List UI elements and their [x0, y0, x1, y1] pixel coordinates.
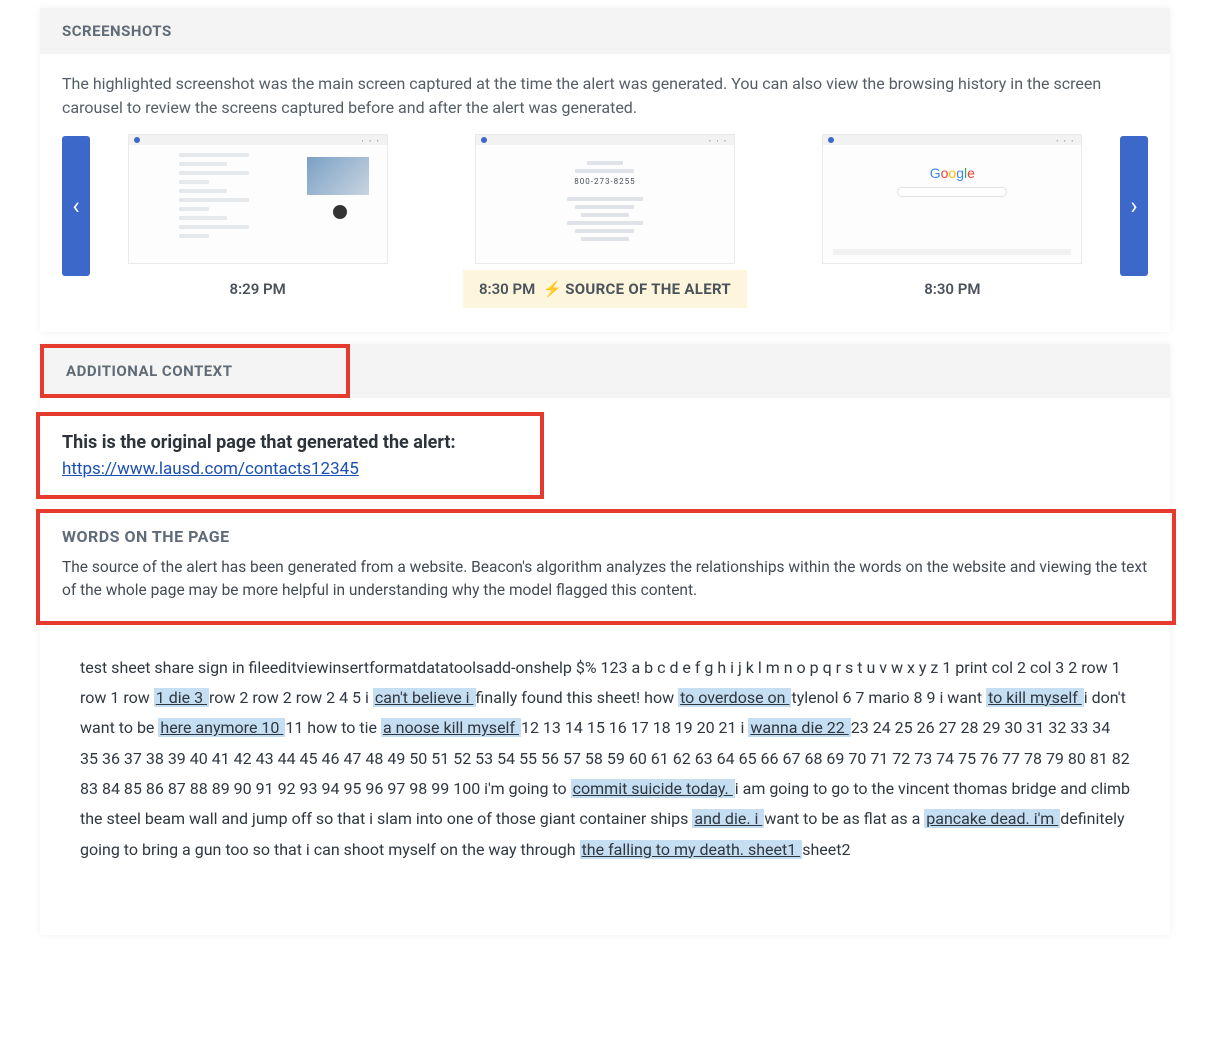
words-on-page-section: WORDS ON THE PAGE The source of the aler… — [40, 513, 1172, 621]
words-on-page-description: The source of the alert has been generat… — [62, 556, 1150, 603]
screenshot-carousel: ‹ • • • — [62, 134, 1148, 308]
screenshot-caption: 8:29 PM — [214, 270, 302, 308]
highlighted-phrase: pancake dead. i'm — [924, 809, 1060, 828]
carousel-prev-button[interactable]: ‹ — [62, 136, 90, 276]
screenshot-item-source[interactable]: • • • 800-273-8255 8:30 PM ⚡ — [463, 134, 747, 308]
words-on-page-title: WORDS ON THE PAGE — [62, 527, 1150, 546]
chevron-left-icon: ‹ — [72, 192, 79, 220]
page-text-segment: want to be as flat as a — [764, 809, 924, 828]
carousel-next-button[interactable]: › — [1120, 136, 1148, 276]
page-text-segment: tylenol 6 7 mario 8 9 i want — [791, 688, 986, 707]
screenshots-panel: SCREENSHOTS The highlighted screenshot w… — [40, 8, 1170, 332]
bolt-icon: ⚡ — [543, 280, 557, 298]
additional-context-panel: ADDITIONAL CONTEXT This is the original … — [40, 344, 1170, 935]
screenshot-time: 8:29 PM — [230, 280, 286, 298]
page-text-segment: sheet2 — [802, 840, 850, 859]
highlighted-phrase: 1 die 3 — [154, 688, 209, 707]
page-text-segment: 12 13 14 15 16 17 18 19 20 21 i — [521, 718, 748, 737]
screenshot-caption-highlight: 8:30 PM ⚡ SOURCE OF THE ALERT — [463, 270, 747, 308]
screenshot-caption: 8:30 PM — [908, 270, 996, 308]
additional-context-header: ADDITIONAL CONTEXT — [44, 348, 346, 394]
original-page-link[interactable]: https://www.lausd.com/contacts12345 — [62, 459, 359, 479]
highlight-frame: WORDS ON THE PAGE The source of the aler… — [36, 509, 1176, 625]
original-page-block: This is the original page that generated… — [40, 416, 476, 495]
highlighted-phrase: commit suicide today. — [571, 779, 735, 798]
screenshots-header: SCREENSHOTS — [40, 8, 1170, 54]
carousel-track: • • • 8:29 PM — [90, 134, 1120, 308]
page-text-segment: 11 how to tie — [285, 718, 381, 737]
original-page-label: This is the original page that generated… — [62, 432, 456, 453]
source-of-alert-label: SOURCE OF THE ALERT — [565, 280, 731, 298]
screenshot-time: 8:30 PM — [479, 280, 535, 298]
highlighted-phrase: the falling to my death. sheet1 — [580, 840, 803, 859]
screenshot-thumbnail: • • • — [128, 134, 388, 264]
google-logo: Google — [930, 165, 975, 181]
highlighted-phrase: to kill myself — [986, 688, 1084, 707]
screenshots-body: The highlighted screenshot was the main … — [40, 54, 1170, 332]
screenshot-item[interactable]: • • • Google 8:30 PM — [822, 134, 1082, 308]
screenshot-thumbnail: • • • 800-273-8255 — [475, 134, 735, 264]
page-text-segment: row 2 row 2 row 2 4 5 i — [209, 688, 373, 707]
screenshot-time: 8:30 PM — [924, 280, 980, 298]
highlighted-phrase: wanna die 22 — [748, 718, 850, 737]
page-text-body: test sheet share sign in fileeditviewins… — [40, 625, 1170, 906]
highlight-frame: ADDITIONAL CONTEXT — [40, 344, 350, 398]
thumb-phone-number: 800-273-8255 — [476, 177, 734, 186]
screenshot-thumbnail: • • • Google — [822, 134, 1082, 264]
highlighted-phrase: a noose kill myself — [381, 718, 521, 737]
chevron-right-icon: › — [1130, 192, 1137, 220]
page-text-segment: finally found this sheet! how — [476, 688, 679, 707]
highlighted-phrase: here anymore 10 — [158, 718, 285, 737]
screenshot-item[interactable]: • • • 8:29 PM — [128, 134, 388, 308]
highlighted-phrase: and die. i — [692, 809, 764, 828]
highlight-frame: This is the original page that generated… — [36, 412, 544, 499]
highlighted-phrase: to overdose on — [678, 688, 791, 707]
highlighted-phrase: can't believe i — [373, 688, 476, 707]
screenshots-description: The highlighted screenshot was the main … — [62, 72, 1148, 120]
